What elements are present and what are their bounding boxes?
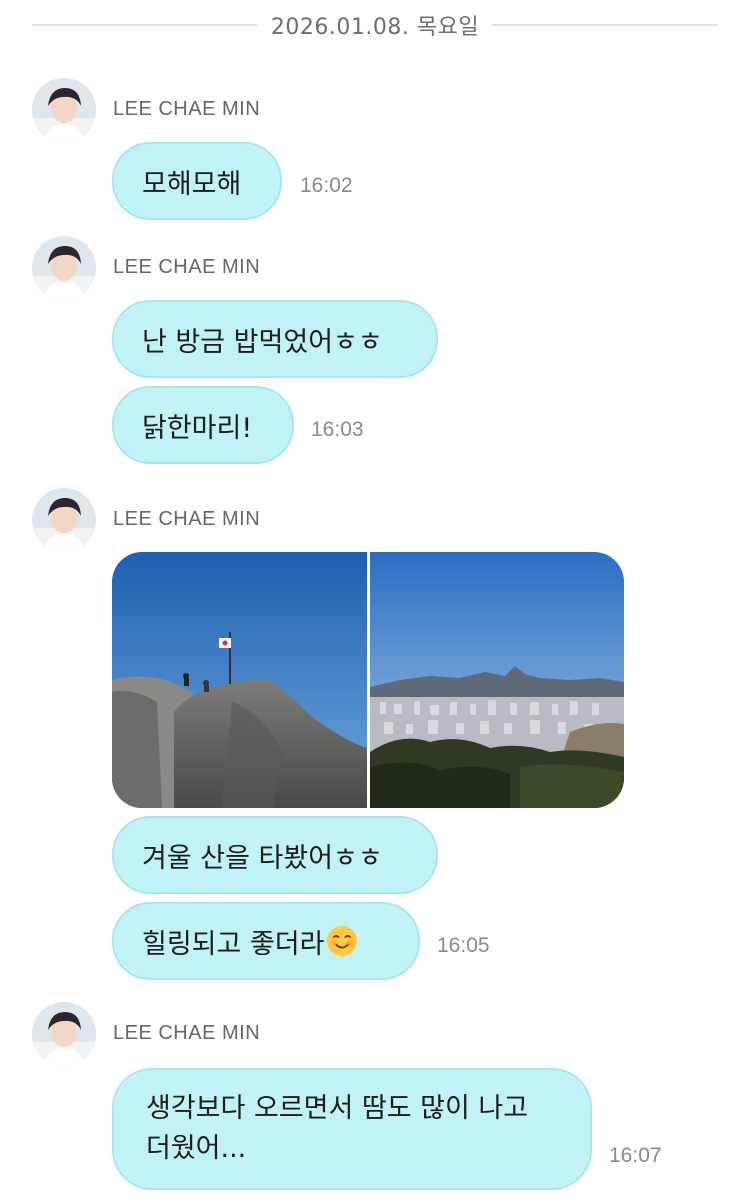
sender-name: LEE CHAE MIN: [113, 1022, 261, 1044]
sender-name: LEE CHAE MIN: [113, 256, 261, 278]
message-text-line: 더웠어...: [146, 1133, 247, 1164]
message-bubble[interactable]: 닭한마리!: [112, 386, 294, 464]
message-bubble[interactable]: 난 방금 밥먹었어ㅎㅎ: [112, 300, 438, 378]
message-text: 힐링되고 좋더라: [142, 928, 325, 960]
message-text-line: 생각보다 오르면서 땀도 많이 나고: [146, 1093, 529, 1124]
smiling-face-emoji-icon: [326, 925, 358, 957]
divider-line: [492, 24, 718, 26]
sender-name: LEE CHAE MIN: [113, 98, 261, 120]
message-time: 16:03: [311, 418, 364, 441]
message-time: 16:05: [437, 934, 490, 957]
message-text: 모해모해: [142, 168, 242, 200]
sender-name: LEE CHAE MIN: [113, 508, 261, 530]
avatar[interactable]: [32, 488, 96, 552]
message-text: 난 방금 밥먹었어ㅎㅎ: [142, 326, 383, 358]
message-text: 닭한마리!: [142, 412, 253, 444]
message-time: 16:02: [300, 174, 353, 197]
photo-album[interactable]: [112, 552, 624, 808]
date-separator: 2026.01.08. 목요일: [0, 5, 750, 45]
date-label: 2026.01.08. 목요일: [270, 15, 480, 40]
avatar[interactable]: [32, 1002, 96, 1066]
chat-screen: 2026.01.08. 목요일 LEE CHAE MIN 모해모해 16:02 …: [0, 0, 750, 1200]
message-bubble[interactable]: 겨울 산을 타봤어ㅎㅎ: [112, 816, 438, 894]
message-bubble[interactable]: 생각보다 오르면서 땀도 많이 나고 더웠어...: [112, 1068, 592, 1190]
city-view-photo[interactable]: [370, 552, 624, 808]
divider-line: [32, 24, 258, 26]
avatar[interactable]: [32, 236, 96, 300]
message-bubble[interactable]: 모해모해: [112, 142, 282, 220]
message-bubble[interactable]: 힐링되고 좋더라: [112, 902, 420, 980]
message-text: 겨울 산을 타봤어ㅎㅎ: [142, 842, 383, 874]
avatar[interactable]: [32, 78, 96, 142]
message-time: 16:07: [609, 1144, 662, 1167]
mountain-peak-flag-photo[interactable]: [112, 552, 367, 808]
